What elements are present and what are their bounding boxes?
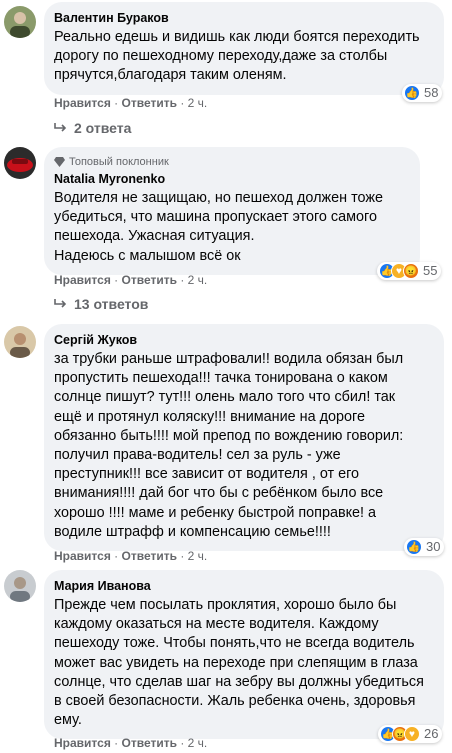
view-replies-button[interactable]: 2 ответа [54,119,131,137]
like-reaction-icon: 👍 [406,539,422,555]
comment-author[interactable]: Natalia Myronenko [54,171,408,187]
reply-button[interactable]: Ответить [122,736,177,750]
reactions-summary[interactable]: 👍 ♥ 😠 55 [377,262,442,280]
reply-button[interactable]: Ответить [122,96,177,110]
like-button[interactable]: Нравится [54,96,111,110]
comment-author[interactable]: Сергій Жуков [54,332,432,348]
comment-text: за трубки раньше штрафовали!! водила обя… [54,351,404,540]
comment-actions: Нравится · Ответить · 2 ч. [54,273,208,287]
avatar[interactable] [4,570,36,602]
reactions-summary[interactable]: 👍 58 [402,84,443,102]
reaction-count: 26 [424,726,439,741]
comment-bubble: Топовый поклонник Natalia Myronenko Води… [44,147,420,275]
timestamp[interactable]: 2 ч. [188,549,208,563]
comment-bubble: Сергій Жуков за трубки раньше штрафовали… [44,324,444,552]
like-button[interactable]: Нравится [54,736,111,750]
timestamp[interactable]: 2 ч. [188,736,208,750]
comment-text: Водителя не защищаю, но пешеход должен т… [54,190,383,264]
comment-actions: Нравится · Ответить · 2 ч. [54,96,208,110]
comment-author[interactable]: Валентин Бураков [54,10,432,26]
angry-reaction-icon: 😠 [403,263,419,279]
comment-text: Реально едешь и видишь как люди боятся п… [54,29,420,84]
top-fan-badge: Топовый поклонник [54,155,408,169]
like-reaction-icon: 👍 [404,85,420,101]
reply-arrow-icon [54,123,67,132]
comment-text: Прежде чем посылать проклятия, хорошо бы… [54,597,424,729]
avatar[interactable] [4,326,36,358]
avatar[interactable] [4,147,36,179]
reply-button[interactable]: Ответить [122,273,177,287]
comment-bubble: Валентин Бураков Реально едешь и видишь … [44,2,444,95]
avatar[interactable] [4,6,36,38]
diamond-icon [54,157,65,167]
view-replies-button[interactable]: 13 ответов [54,295,148,313]
reactions-summary[interactable]: 👍 😠 ♥ 26 [378,725,443,743]
comment-bubble: Мария Иванова Прежде чем посылать прокля… [44,570,444,740]
like-button[interactable]: Нравится [54,549,111,563]
comment-author[interactable]: Мария Иванова [54,578,432,594]
reactions-summary[interactable]: 👍 30 [404,538,445,556]
reply-arrow-icon [54,299,67,308]
reaction-count: 55 [423,263,438,278]
reply-button[interactable]: Ответить [122,549,177,563]
like-button[interactable]: Нравится [54,273,111,287]
timestamp[interactable]: 2 ч. [188,96,208,110]
care-reaction-icon: ♥ [404,726,420,742]
comment-actions: Нравится · Ответить · 2 ч. [54,549,208,563]
reaction-count: 30 [426,539,441,554]
comment-actions: Нравится · Ответить · 2 ч. [54,736,208,750]
reaction-count: 58 [424,85,439,100]
timestamp[interactable]: 2 ч. [188,273,208,287]
